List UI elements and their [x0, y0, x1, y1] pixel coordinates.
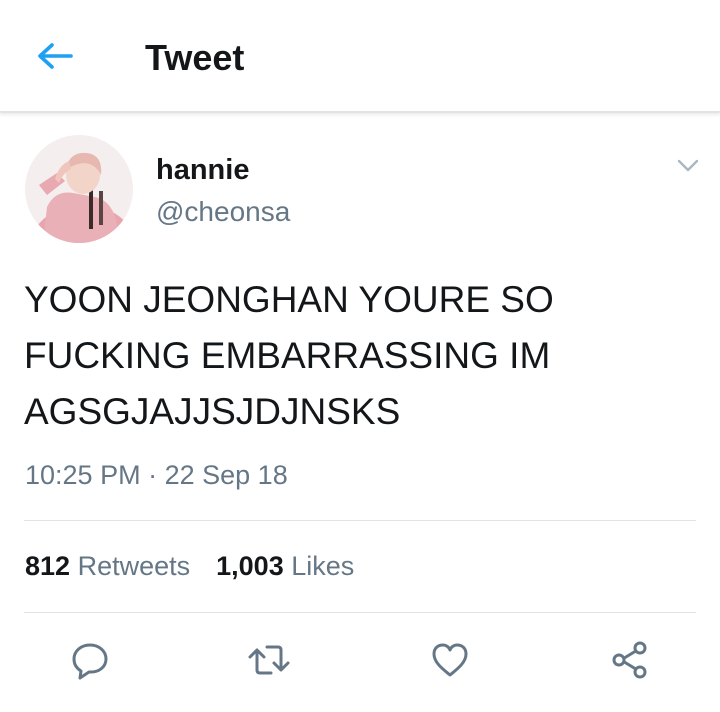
divider [24, 520, 696, 521]
engagement-stats: 812 Retweets 1,003 Likes [25, 549, 354, 583]
tweet-actions-bar [0, 630, 720, 690]
top-app-bar: Tweet [0, 0, 720, 113]
tweet-time: 10:25 PM [25, 460, 141, 490]
tweet-menu-button[interactable] [672, 150, 704, 182]
tweet-date: 22 Sep 18 [164, 460, 288, 490]
profile-photo [25, 135, 133, 243]
page-title: Tweet [145, 37, 245, 78]
likes-stat[interactable]: 1,003 Likes [216, 551, 354, 581]
author-display-name[interactable]: hannie [156, 153, 249, 187]
back-button[interactable] [30, 34, 80, 78]
reply-icon [72, 643, 108, 680]
retweet-icon [248, 645, 290, 675]
retweet-button[interactable] [245, 636, 293, 684]
share-button[interactable] [606, 636, 654, 684]
share-icon [612, 641, 647, 679]
like-button[interactable] [426, 636, 474, 684]
tweet-detail-screen: Tweet hannie @cheonsa YOON JEONGHAN YOUR… [0, 0, 720, 712]
tweet-timestamp: 10:25 PM · 22 Sep 18 [25, 458, 288, 492]
reply-button[interactable] [66, 636, 114, 684]
author-handle[interactable]: @cheonsa [156, 195, 290, 229]
likes-label: Likes [291, 551, 355, 581]
chevron-down-icon [677, 159, 699, 172]
arrow-left-icon [38, 43, 73, 69]
retweets-stat[interactable]: 812 Retweets [25, 551, 190, 581]
likes-count: 1,003 [216, 551, 284, 581]
heart-icon [432, 643, 468, 677]
retweets-count: 812 [25, 551, 71, 581]
avatar[interactable] [25, 135, 133, 243]
divider [24, 612, 696, 613]
timestamp-separator: · [148, 460, 158, 490]
retweets-label: Retweets [77, 551, 191, 581]
tweet-text: YOON JEONGHAN YOURE SO FUCKING EMBARRASS… [24, 279, 554, 432]
